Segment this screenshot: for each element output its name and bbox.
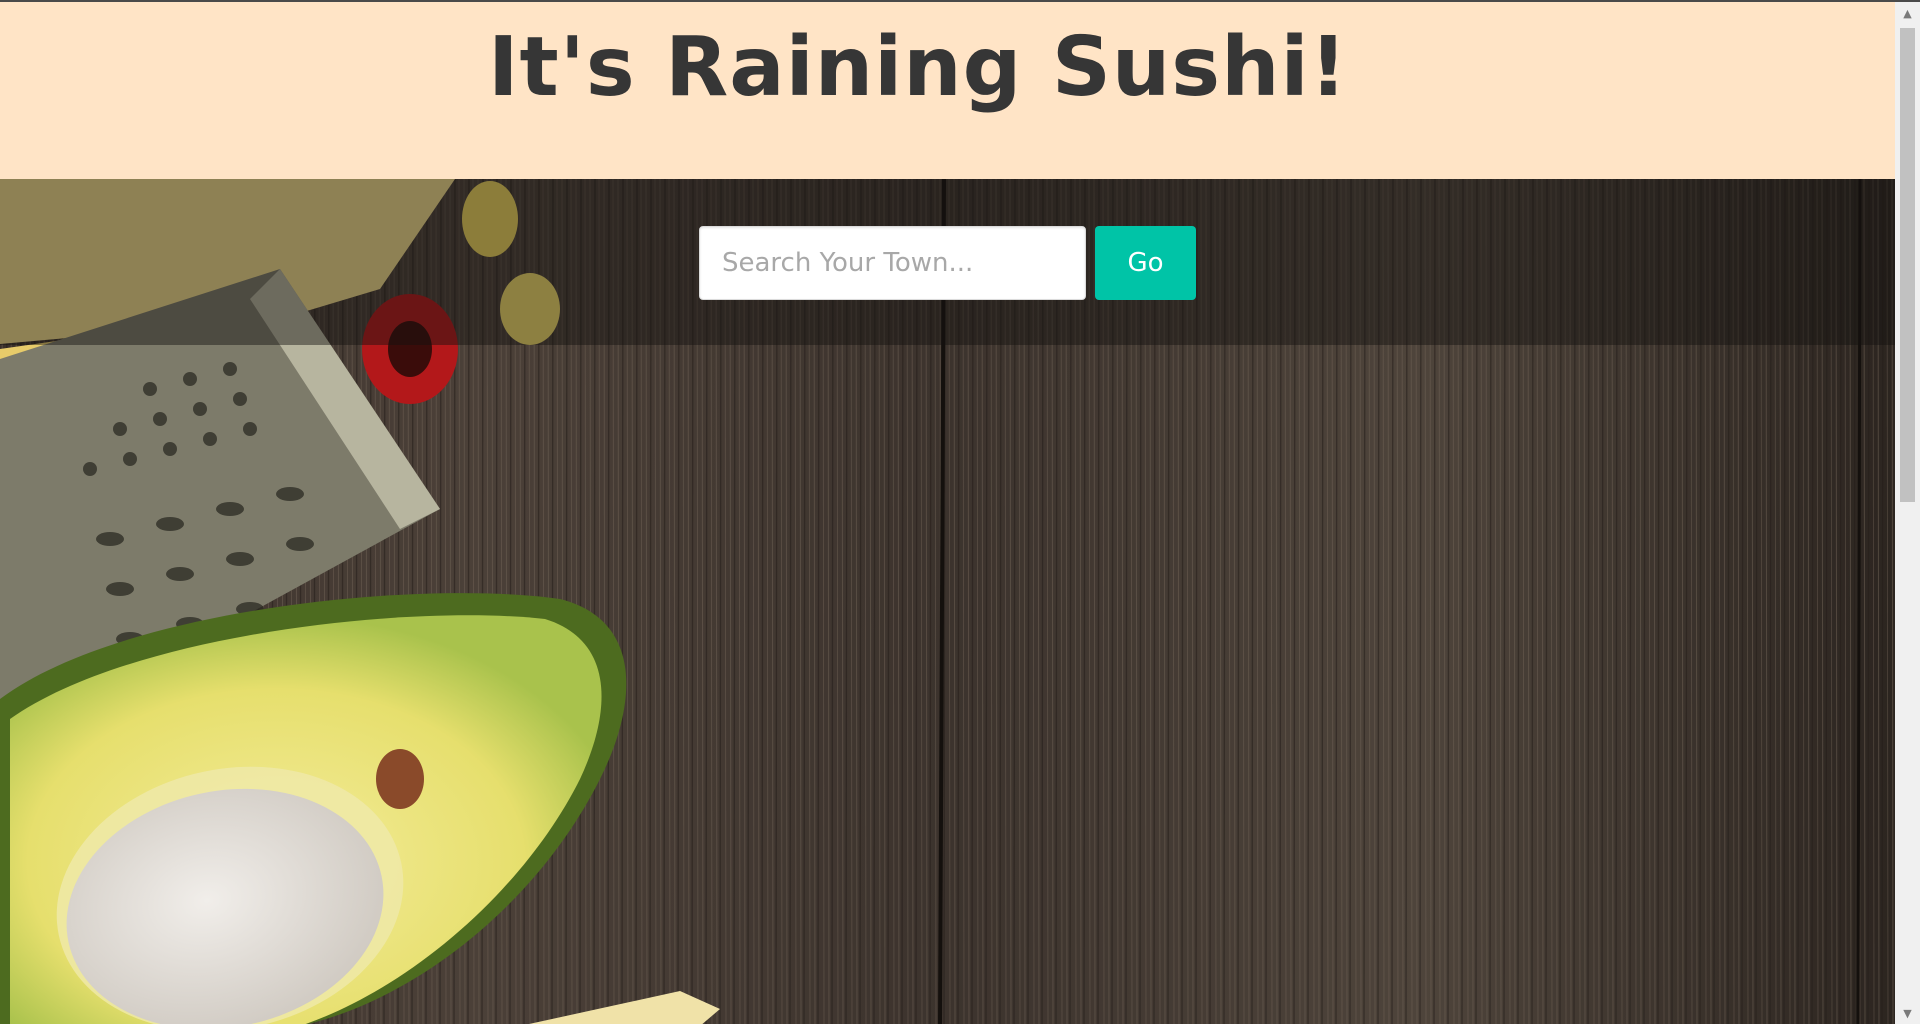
browser-viewport: It's Raining Sushi! Go ▲ ▼ bbox=[0, 0, 1920, 1024]
go-button[interactable]: Go bbox=[1095, 226, 1196, 300]
search-town-input[interactable] bbox=[699, 226, 1086, 300]
site-header: It's Raining Sushi! bbox=[0, 2, 1895, 179]
scroll-down-arrow-icon[interactable]: ▼ bbox=[1895, 1002, 1920, 1024]
scroll-up-arrow-icon[interactable]: ▲ bbox=[1895, 2, 1920, 26]
vertical-scrollbar[interactable]: ▲ ▼ bbox=[1895, 2, 1920, 1024]
scrollbar-thumb[interactable] bbox=[1900, 28, 1915, 502]
page-title: It's Raining Sushi! bbox=[488, 20, 1348, 115]
